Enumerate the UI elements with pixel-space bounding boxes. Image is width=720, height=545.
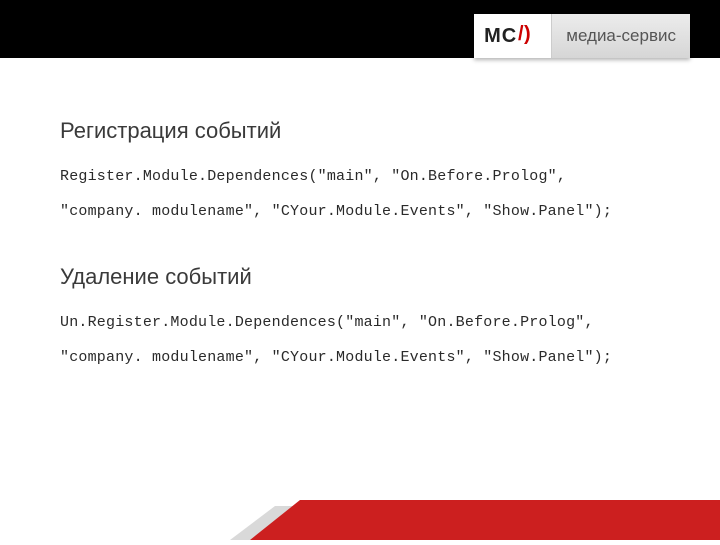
logo-badge: M C / ) медиа-сервис: [474, 14, 690, 58]
section-register: Регистрация событий Register.Module.Depe…: [60, 118, 665, 222]
svg-text:): ): [524, 24, 531, 44]
heading-register: Регистрация событий: [60, 118, 665, 144]
code-line: "company. modulename", "CYour.Module.Eve…: [60, 347, 665, 368]
footer-decor: [0, 492, 720, 540]
code-line: "company. modulename", "CYour.Module.Eve…: [60, 201, 665, 222]
section-unregister: Удаление событий Un.Register.Module.Depe…: [60, 264, 665, 368]
top-bar: M C / ) медиа-сервис: [0, 0, 720, 58]
logo-text: медиа-сервис: [551, 14, 690, 58]
code-line: Un.Register.Module.Dependences("main", "…: [60, 312, 665, 333]
logo-letter-m: M: [484, 25, 500, 48]
logo-mark: M C / ): [474, 14, 551, 58]
code-line: Register.Module.Dependences("main", "On.…: [60, 166, 665, 187]
logo-slash-icon: / ): [518, 24, 540, 49]
logo-letter-c: C: [502, 25, 515, 48]
heading-unregister: Удаление событий: [60, 264, 665, 290]
slide-content: Регистрация событий Register.Module.Depe…: [0, 58, 720, 368]
